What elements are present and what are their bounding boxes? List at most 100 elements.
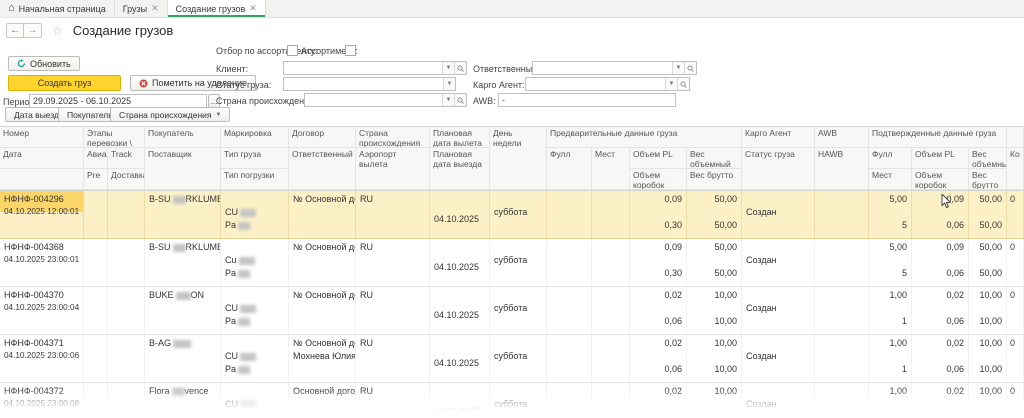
col-header-delivery[interactable]: Доставка: [108, 169, 145, 190]
col-header-hawb[interactable]: HAWB: [815, 148, 869, 190]
cell-plan-dates: 04.10.2025: [430, 191, 490, 238]
col-header-cargo-agent[interactable]: Карго Агент: [742, 127, 815, 148]
refresh-button[interactable]: Обновить: [8, 56, 80, 71]
origin-country-input[interactable]: [305, 94, 442, 106]
delete-mark-icon: [139, 79, 148, 88]
awb-input[interactable]: [499, 94, 675, 106]
col-header-plan-flight[interactable]: Плановая дата вылета: [430, 127, 490, 148]
table-row[interactable]: НФНФ-004372 04.10.2025 23:00:08 Floraven…: [0, 383, 1024, 418]
col-header-conf-vol-pl[interactable]: Объем PL: [912, 148, 969, 169]
col-header-responsible[interactable]: Ответственный: [289, 148, 356, 190]
create-cargo-button[interactable]: Создать груз: [8, 75, 121, 91]
col-header-conf-places[interactable]: Мест: [869, 169, 912, 190]
col-header-empty: [0, 169, 84, 190]
cell-pre-weight: 10,00 10,00: [687, 383, 742, 418]
table-row[interactable]: НФНФ-004296 04.10.2025 12:00:01 B-SURKLU…: [0, 191, 1024, 239]
favorite-star-icon[interactable]: ☆: [52, 24, 63, 38]
chevron-down-icon: ▼: [216, 112, 222, 118]
col-header-pre-places[interactable]: Мест: [592, 148, 630, 190]
cargo-agent-input[interactable]: [526, 78, 665, 90]
magnifier-icon[interactable]: [684, 62, 696, 74]
magnifier-icon[interactable]: [677, 78, 689, 90]
col-header-pre-vol-pl[interactable]: Объем PL: [630, 148, 687, 169]
assort-filter-checkbox[interactable]: [287, 45, 298, 56]
chevron-down-icon[interactable]: ▼: [442, 94, 454, 106]
col-header-pre-stage[interactable]: Pre: [84, 169, 108, 190]
tab-cargo-creation[interactable]: Создание грузов ✕: [168, 0, 266, 17]
magnifier-icon[interactable]: [454, 62, 466, 74]
col-header-conf-vol-box[interactable]: Объем коробок: [912, 169, 969, 190]
client-input[interactable]: [284, 62, 442, 74]
chevron-down-icon[interactable]: ▼: [672, 62, 684, 74]
cell-plan-dates: 04.10.2025: [430, 287, 490, 334]
chip-origin-country[interactable]: Страна происхождения▼: [110, 107, 230, 122]
col-header-pre-full[interactable]: Фулл: [547, 148, 592, 190]
col-header-cut[interactable]: Ко: [1007, 148, 1024, 190]
origin-country-field: ▼: [304, 93, 467, 107]
table-row[interactable]: НФНФ-004368 04.10.2025 23:00:01 B-SURKLU…: [0, 239, 1024, 287]
col-header-marking[interactable]: Маркировка: [221, 127, 289, 148]
assort-checkbox[interactable]: [345, 45, 356, 56]
chevron-down-icon[interactable]: ▼: [665, 78, 677, 90]
col-header-status[interactable]: Статус груза: [742, 148, 815, 190]
cargo-type-prefix: CU: [225, 351, 238, 361]
tab-cargo[interactable]: Грузы ✕: [115, 0, 168, 17]
cell-track: [108, 287, 145, 334]
cargo-agent-label: Карго Агент:: [473, 80, 525, 90]
table-row[interactable]: НФНФ-004370 04.10.2025 23:00:04 BUKEON C…: [0, 287, 1024, 335]
col-header-stages[interactable]: Этапы перевозки \ затрат: [84, 127, 145, 148]
chevron-down-icon[interactable]: ▼: [442, 62, 454, 74]
col-header-airport[interactable]: Аэропорт вылета: [356, 148, 430, 190]
col-header-track[interactable]: Track: [108, 148, 145, 169]
cell-number: НФНФ-004296 04.10.2025 12:00:01: [0, 191, 84, 238]
col-header-buyer[interactable]: Покупатель: [145, 127, 221, 148]
contract-name: № Основной догово...: [289, 290, 355, 301]
col-header-number[interactable]: Номер: [0, 127, 84, 148]
col-header-load-type[interactable]: Тип погрузки: [221, 169, 289, 190]
cell-avia: [84, 335, 108, 382]
responsible-input[interactable]: [533, 62, 672, 74]
chevron-down-icon[interactable]: ▼: [443, 78, 455, 90]
table-body: НФНФ-004296 04.10.2025 12:00:01 B-SURKLU…: [0, 191, 1024, 418]
col-header-date[interactable]: Дата: [0, 148, 84, 169]
tab-home[interactable]: ⌂ Начальная страница: [0, 0, 115, 17]
status-value: Создан: [742, 303, 814, 314]
conf-volume-pl: 0,09: [912, 242, 968, 253]
cut-value: 0: [1007, 290, 1023, 301]
col-header-conf-full[interactable]: Фулл: [869, 148, 912, 169]
period-input[interactable]: [30, 95, 206, 107]
col-header-plan-depart[interactable]: Плановая дата выезда: [430, 148, 490, 190]
magnifier-icon[interactable]: [454, 94, 466, 106]
col-header-confirmed-group[interactable]: Подтвержденные данные груза: [869, 127, 1007, 148]
col-header-avia[interactable]: Авиа: [84, 148, 108, 169]
load-type-redaction: [238, 222, 250, 230]
col-header-country[interactable]: Страна происхождения: [356, 127, 430, 148]
table-row[interactable]: НФНФ-004371 04.10.2025 23:00:06 B-AG CU …: [0, 335, 1024, 383]
create-cargo-label: Создать груз: [38, 78, 92, 88]
col-header-awb[interactable]: AWB: [815, 127, 869, 148]
cargo-date: 04.10.2025 23:00:06: [0, 351, 83, 362]
cargo-type-redaction: [240, 353, 256, 361]
col-header-pre-vol-box[interactable]: Объем коробок: [630, 169, 687, 190]
col-header-preliminary-group[interactable]: Предварительные данные груза: [547, 127, 742, 148]
cargo-date: 04.10.2025 23:00:01: [0, 255, 83, 266]
back-button[interactable]: ←: [6, 23, 24, 38]
col-header-supplier[interactable]: Поставщик: [145, 148, 221, 190]
forward-button[interactable]: →: [24, 23, 42, 38]
close-icon[interactable]: ✕: [151, 4, 159, 13]
col-header-weekday[interactable]: День недели: [490, 127, 547, 190]
col-header-conf-weight-vol[interactable]: Вес объемный: [969, 148, 1007, 169]
status-value: Создан: [742, 351, 814, 362]
cell-weekday: суббота: [490, 287, 547, 334]
col-header-pre-weight-vol[interactable]: Вес объемный: [687, 148, 742, 169]
status-input[interactable]: [284, 78, 443, 90]
weekday-value: суббота: [490, 351, 546, 362]
col-header-contract[interactable]: Договор: [289, 127, 356, 148]
cell-number: НФНФ-004372 04.10.2025 23:00:08: [0, 383, 84, 418]
status-value: Создан: [742, 207, 814, 218]
col-header-conf-weight-gross[interactable]: Вес брутто: [969, 169, 1007, 190]
col-header-cargo-type[interactable]: Тип груза: [221, 148, 289, 169]
cell-contract: № Основной догово...: [289, 239, 356, 286]
close-icon[interactable]: ✕: [249, 4, 257, 13]
col-header-pre-weight-gross[interactable]: Вес брутто: [687, 169, 742, 190]
